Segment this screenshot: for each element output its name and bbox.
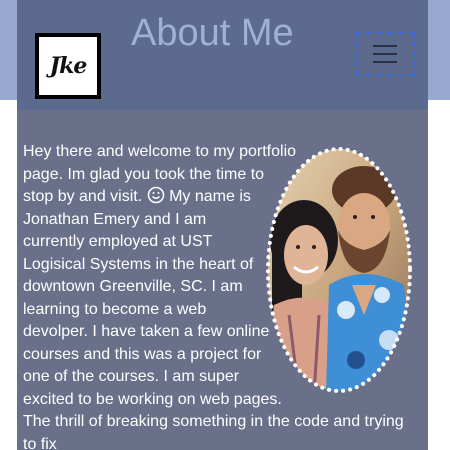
logo-text: Jke bbox=[49, 53, 88, 79]
hamburger-menu-icon bbox=[373, 45, 397, 63]
page: Jke About Me Hey there and welcome to my… bbox=[0, 0, 450, 450]
site-logo[interactable]: Jke bbox=[35, 33, 101, 99]
site-header: Jke About Me bbox=[17, 0, 428, 110]
smiley-emoji-icon bbox=[147, 186, 164, 204]
bio-paragraph: Hey there and welcome to my portfolio pa… bbox=[23, 141, 418, 450]
page-title: About Me bbox=[131, 12, 294, 54]
about-content: Hey there and welcome to my portfolio pa… bbox=[17, 110, 428, 450]
menu-toggle-button[interactable] bbox=[355, 32, 415, 76]
